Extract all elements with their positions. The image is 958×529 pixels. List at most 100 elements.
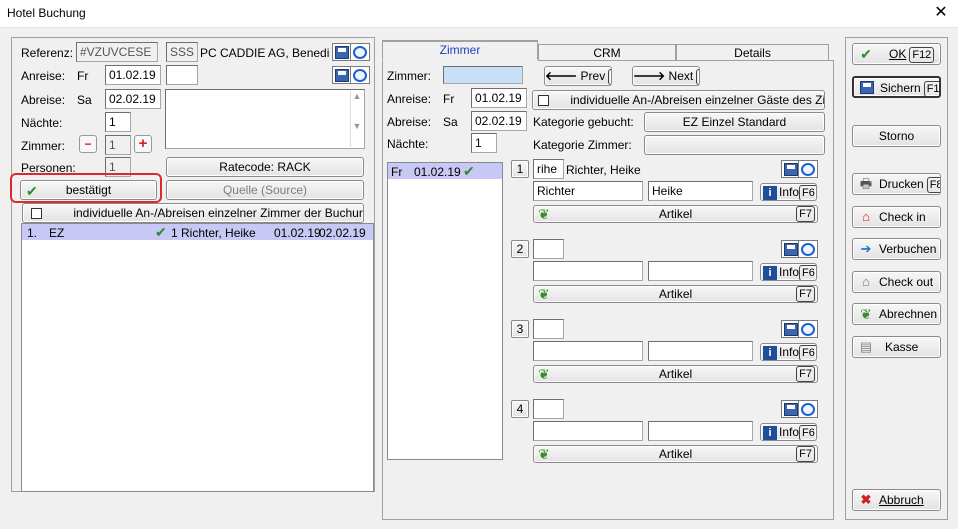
disk-icon (784, 242, 798, 256)
guest-code-field[interactable]: rihe (533, 159, 564, 179)
guest-info-key: F6 (799, 185, 816, 200)
individuelle-gaeste-checkbox[interactable] (538, 95, 549, 107)
arrow-right-icon: 🡒 (633, 69, 666, 83)
search-icon (801, 402, 815, 416)
abbruch-button[interactable]: ✖ Abbruch (852, 489, 941, 511)
ratecode-button[interactable]: Ratecode: RACK (166, 157, 364, 177)
kasse-label: Kasse (885, 340, 919, 354)
zimmer-minus-button[interactable]: − (79, 135, 97, 153)
disk-icon (784, 322, 798, 336)
guest-number-button[interactable]: 1 (511, 160, 529, 178)
close-icon[interactable]: ✕ (930, 3, 952, 23)
kat-zimmer-button[interactable] (644, 135, 825, 155)
guest-lastname-field[interactable] (533, 261, 643, 281)
next-button[interactable]: 🡒 NextF4 (632, 66, 700, 86)
anreise-mid-field[interactable]: 01.02.19 (471, 88, 527, 108)
save-ref-button[interactable] (332, 43, 352, 61)
guest-search-button[interactable] (798, 320, 818, 338)
checkin-button[interactable]: ⌂ Check in (852, 206, 941, 228)
ok-key: F12 (909, 47, 935, 63)
search-date-button[interactable] (350, 66, 370, 84)
tab-zimmer[interactable]: Zimmer (382, 40, 538, 60)
quelle-button[interactable]: Quelle (Source) (166, 180, 364, 200)
guest-info-button[interactable]: i Info F6 (760, 183, 817, 201)
notes-textarea[interactable] (165, 89, 365, 149)
guest-search-button[interactable] (798, 240, 818, 258)
guest-number-button[interactable]: 4 (511, 400, 529, 418)
day-list[interactable] (387, 162, 503, 460)
anreise-mid-label: Anreise: (387, 92, 432, 106)
guest-info-label: Info (779, 425, 800, 439)
guest-lastname-field[interactable]: Richter (533, 181, 643, 201)
save-icon (859, 81, 875, 95)
search-icon (801, 162, 815, 176)
guest-artikel-button[interactable]: ❦ Artikel F7 (533, 445, 818, 463)
zimmer-mid-field[interactable] (443, 66, 523, 84)
guest-search-button[interactable] (798, 160, 818, 178)
anreise-date-field[interactable]: 01.02.19 (105, 65, 161, 85)
guest-firstname-field[interactable] (648, 421, 753, 441)
guest-number-button[interactable]: 2 (511, 240, 529, 258)
ok-button[interactable]: ✔ OK F12 (852, 43, 941, 65)
referenz-field[interactable]: #VZUVCESE (76, 42, 158, 62)
list-item[interactable]: Fr 01.02.19 ✔ (388, 163, 502, 179)
individuelle-zimmer-button[interactable]: individuelle An-/Abreisen einzelner Zimm… (22, 203, 364, 223)
zimmer-field[interactable]: 1 (105, 135, 131, 155)
cancel-icon: ✖ (860, 492, 872, 507)
kat-gebucht-button[interactable]: EZ Einzel Standard (644, 112, 825, 132)
save-date-button[interactable] (332, 66, 352, 84)
tab-divider (538, 60, 834, 61)
guest-info-button[interactable]: i Info F6 (760, 423, 817, 441)
guest-code-field[interactable] (533, 239, 564, 259)
verbuchen-button[interactable]: ➔ Verbuchen (852, 238, 941, 260)
guest-info-button[interactable]: i Info F6 (760, 263, 817, 281)
disk-icon (335, 45, 349, 59)
guest-firstname-field[interactable]: Heike (648, 181, 753, 201)
list-item-no: 1. (27, 226, 38, 240)
individuelle-zimmer-checkbox[interactable] (31, 208, 42, 220)
list-item[interactable]: 1. EZ ✔ 1 Richter, Heike 01.02.19 02.02.… (22, 224, 373, 240)
list-item-to: 02.02.19 (319, 226, 366, 240)
guest-lastname-field[interactable] (533, 421, 643, 441)
guest-lastname-field[interactable] (533, 341, 643, 361)
prev-label: Prev (580, 69, 606, 83)
arrow-right-icon: ➔ (860, 241, 872, 256)
sichern-button[interactable]: SichernF11 (852, 76, 941, 98)
guest-artikel-button[interactable]: ❦ Artikel F7 (533, 205, 818, 223)
zimmer-plus-button[interactable]: + (134, 135, 152, 153)
guest-code-field[interactable] (533, 319, 564, 339)
disk-icon (860, 81, 874, 94)
checkout-button[interactable]: ⌂ Check out (852, 271, 941, 293)
naechte-mid-label: Nächte: (387, 137, 429, 151)
guest-number-button[interactable]: 3 (511, 320, 529, 338)
anreise-extra-field[interactable] (166, 65, 198, 85)
search-ref-button[interactable] (350, 43, 370, 61)
guest-info-button[interactable]: i Info F6 (760, 343, 817, 361)
bestaetigt-button[interactable]: ✔ bestätigt (20, 180, 157, 200)
abrechnen-button[interactable]: ❦ Abrechnen (852, 303, 941, 325)
referenz-code-field[interactable]: SSS (166, 42, 198, 62)
guest-firstname-field[interactable] (648, 261, 753, 281)
guest-artikel-button[interactable]: ❦ Artikel F7 (533, 285, 818, 303)
anreise-label: Anreise: (21, 69, 66, 83)
guest-artikel-label: Artikel (658, 207, 693, 221)
naechte-mid-field[interactable]: 1 (471, 133, 497, 153)
prev-button[interactable]: 🡐 PrevF3 (544, 66, 612, 86)
storno-button[interactable]: Storno (852, 125, 941, 147)
kasse-button[interactable]: ▤ Kasse (852, 336, 941, 358)
abreise-mid-field[interactable]: 02.02.19 (471, 111, 527, 131)
guest-firstname-field[interactable] (648, 341, 753, 361)
guest-artikel-button[interactable]: ❦ Artikel F7 (533, 365, 818, 383)
search-icon (353, 45, 367, 59)
guest-info-key: F6 (799, 425, 816, 440)
house-checkin-icon: ⌂ (862, 209, 870, 224)
guest-search-button[interactable] (798, 400, 818, 418)
naechte-field[interactable]: 1 (105, 112, 131, 132)
booking-list[interactable] (21, 223, 374, 492)
abreise-date-field[interactable]: 02.02.19 (105, 89, 161, 109)
abreise-label: Abreise: (21, 93, 66, 107)
drucken-button[interactable]: 🖶 DruckenF8 (852, 173, 941, 195)
individuelle-gaeste-button[interactable]: individuelle An-/Abreisen einzelner Gäst… (532, 90, 825, 110)
guest-code-field[interactable] (533, 399, 564, 419)
notes-scrollbar[interactable]: ▲ ▼ (350, 91, 363, 147)
